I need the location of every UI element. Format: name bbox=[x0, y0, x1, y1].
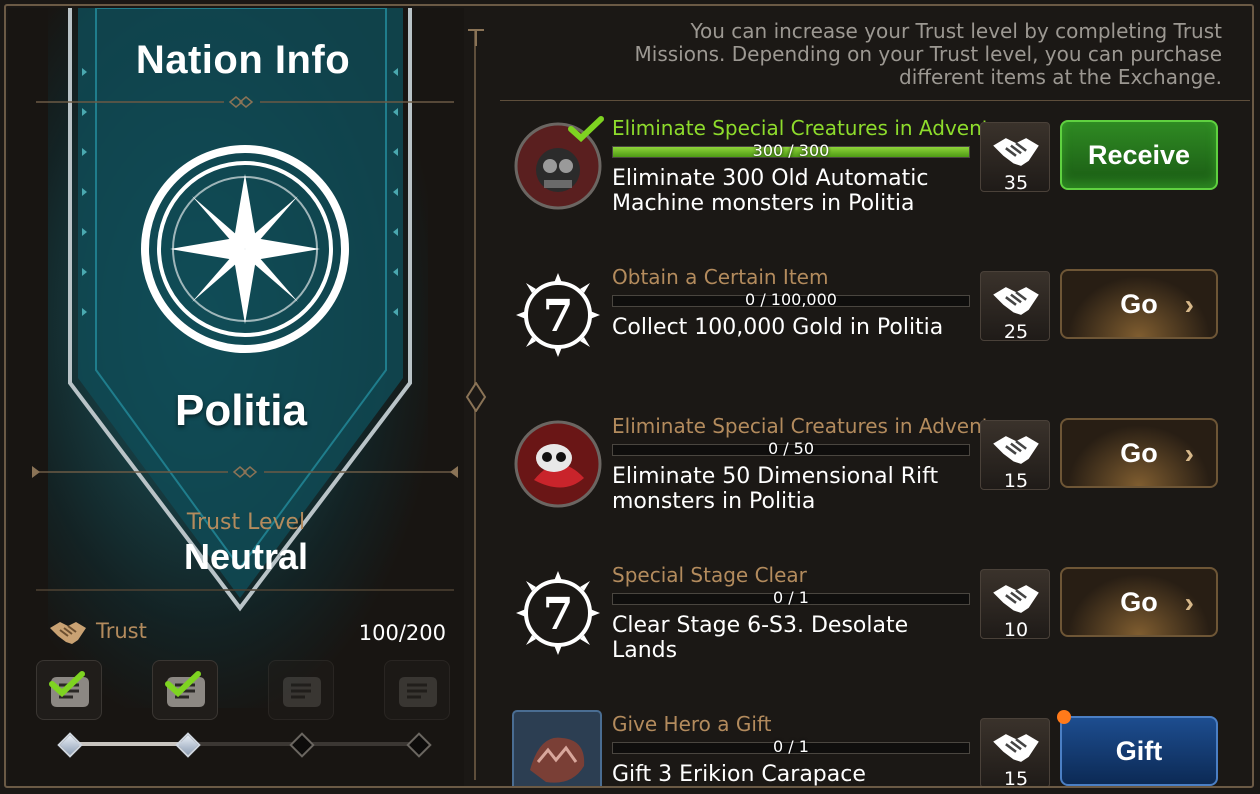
trust-description: You can increase your Trust level by com… bbox=[634, 19, 1222, 89]
header-divider bbox=[500, 100, 1250, 101]
check-icon bbox=[568, 116, 604, 142]
carapace-catalyst-icon bbox=[512, 710, 602, 786]
svg-text:7: 7 bbox=[543, 589, 574, 640]
trust-reward-slot-1[interactable] bbox=[36, 660, 102, 720]
divider-ornament-mid bbox=[465, 382, 487, 412]
handshake-icon bbox=[993, 734, 1039, 762]
mission-progress-text: 0 / 1 bbox=[773, 588, 809, 607]
chevron-right-icon: › bbox=[1184, 438, 1194, 469]
handshake-icon bbox=[993, 287, 1039, 315]
mission-reward-qty: 25 bbox=[1003, 321, 1029, 343]
mission-category: Eliminate Special Creatures in Adventure bbox=[612, 116, 1023, 140]
trust-progress-fill bbox=[68, 742, 187, 746]
mission-description: Gift 3 Erikion Carapace Catalysts bbox=[612, 762, 866, 786]
divider-ornament-top bbox=[468, 29, 484, 46]
seven-emblem-icon: 7 bbox=[516, 571, 600, 655]
scroll-icon bbox=[283, 677, 321, 707]
trust-level-label: Trust Level bbox=[186, 510, 306, 535]
handshake-icon bbox=[993, 585, 1039, 613]
receive-button[interactable]: Receive bbox=[1060, 120, 1218, 190]
mission-progress-text: 0 / 50 bbox=[767, 439, 815, 458]
go-button[interactable]: Go › bbox=[1060, 269, 1218, 339]
button-label: Go bbox=[1120, 437, 1158, 468]
check-icon bbox=[49, 671, 85, 697]
mission-item: Eliminate Special Creatures in Adventure… bbox=[500, 410, 1240, 540]
go-button[interactable]: Go › bbox=[1060, 567, 1218, 637]
button-label: Go bbox=[1120, 586, 1158, 617]
mission-description: Clear Stage 6-S3. Desolate Lands bbox=[612, 613, 909, 663]
trust-reward-slot-4[interactable] bbox=[384, 660, 450, 720]
mission-description: Eliminate 300 Old Automatic Machine mons… bbox=[612, 166, 929, 216]
mission-reward-qty: 15 bbox=[1003, 470, 1029, 492]
mission-category: Give Hero a Gift bbox=[612, 712, 772, 736]
button-label: Gift bbox=[1115, 735, 1163, 766]
mission-reward-qty: 10 bbox=[1003, 619, 1029, 641]
mission-description: Eliminate 50 Dimensional Rift monsters i… bbox=[612, 464, 939, 514]
mission-category: Special Stage Clear bbox=[612, 563, 807, 587]
scroll-icon bbox=[399, 677, 437, 707]
trust-value: 100/200 bbox=[358, 621, 446, 645]
svg-text:7: 7 bbox=[543, 291, 574, 342]
trust-reward-slot-2[interactable] bbox=[152, 660, 218, 720]
button-label: Receive bbox=[1087, 139, 1191, 170]
nation-info-panel: Nation Info Politia Trust Level Neutral … bbox=[8, 8, 464, 786]
mission-description: Collect 100,000 Gold in Politia bbox=[612, 315, 944, 340]
button-label: Go bbox=[1120, 288, 1158, 319]
handshake-icon bbox=[993, 436, 1039, 464]
politia-emblem-icon bbox=[141, 145, 349, 353]
mission-item: 7 Obtain a Certain Item 0 / 100,000 Coll… bbox=[500, 261, 1240, 391]
mission-item: 7 Special Stage Clear 0 / 1 Clear Stage … bbox=[500, 559, 1240, 689]
trust-reward-slot-3[interactable] bbox=[268, 660, 334, 720]
mission-category: Obtain a Certain Item bbox=[612, 265, 829, 289]
mission-reward-qty: 35 bbox=[1003, 172, 1029, 194]
notification-dot bbox=[1057, 710, 1071, 724]
mission-progress-text: 0 / 1 bbox=[773, 737, 809, 756]
mission-item: Eliminate Special Creatures in Adventure… bbox=[500, 112, 1240, 242]
mission-progress-text: 300 / 300 bbox=[752, 141, 830, 160]
rift-monster-icon bbox=[514, 420, 602, 508]
handshake-icon bbox=[50, 622, 86, 644]
handshake-icon bbox=[993, 138, 1039, 166]
nation-name: Politia bbox=[174, 386, 308, 435]
go-button[interactable]: Go › bbox=[1060, 418, 1218, 488]
trust-level-value: Neutral bbox=[183, 536, 309, 577]
check-icon bbox=[165, 671, 201, 697]
gift-button[interactable]: Gift bbox=[1060, 716, 1218, 786]
chevron-right-icon: › bbox=[1184, 587, 1194, 618]
mission-reward-qty: 15 bbox=[1003, 768, 1029, 786]
seven-emblem-icon: 7 bbox=[516, 273, 600, 357]
mission-progress-text: 0 / 100,000 bbox=[745, 290, 837, 309]
chevron-right-icon: › bbox=[1184, 289, 1194, 320]
mission-category: Eliminate Special Creatures in Adventure bbox=[612, 414, 1023, 438]
trust-label: Trust bbox=[96, 619, 147, 643]
panel-title: Nation Info bbox=[135, 38, 351, 82]
mission-item: Give Hero a Gift 0 / 1 Gift 3 Erikion Ca… bbox=[500, 708, 1240, 786]
